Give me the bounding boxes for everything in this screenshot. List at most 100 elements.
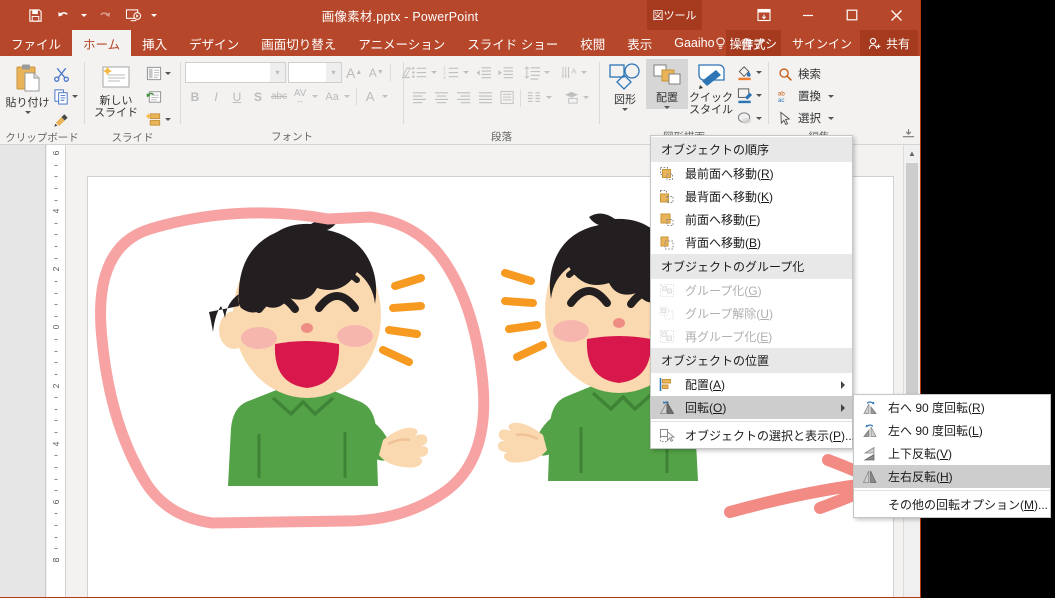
underline-button[interactable]: U — [227, 86, 247, 107]
arrange-button[interactable]: 配置 — [646, 59, 688, 109]
line-spacing-dropdown-icon[interactable] — [544, 71, 550, 74]
convert-smartart-button[interactable] — [560, 87, 582, 108]
text-direction-button[interactable]: A — [558, 62, 580, 83]
scroll-up-icon[interactable]: ▲ — [904, 145, 920, 162]
format-painter-button[interactable] — [51, 108, 80, 130]
font-color-dropdown-icon[interactable] — [382, 95, 388, 98]
columns-dropdown-icon[interactable] — [546, 96, 552, 99]
collapse-ribbon-icon[interactable] — [902, 128, 915, 141]
shrink-font-button[interactable]: A▼ — [366, 62, 386, 83]
menu-item[interactable]: オブジェクトの選択と表示(P)... — [651, 424, 852, 447]
text-direction-dropdown-icon[interactable] — [581, 71, 587, 74]
shape-fill-dropdown-icon[interactable] — [756, 71, 762, 74]
text-shadow-button[interactable]: S — [248, 86, 268, 107]
quick-styles-button[interactable]: クイック スタイル — [688, 59, 734, 116]
bullets-dropdown-icon[interactable] — [431, 71, 437, 74]
select-dropdown-icon[interactable] — [828, 117, 834, 120]
shapes-dropdown-icon[interactable] — [622, 108, 628, 111]
menu-item[interactable]: 配置(A) — [651, 373, 852, 396]
decrease-indent-button[interactable] — [472, 62, 494, 83]
font-size-combo[interactable]: ▾ — [288, 62, 342, 83]
cut-button[interactable] — [51, 62, 80, 84]
tab-insert[interactable]: 挿入 — [131, 30, 178, 56]
layout-button[interactable] — [143, 62, 173, 84]
bullets-button[interactable] — [408, 62, 430, 83]
sign-in-button[interactable]: サインイン — [784, 30, 860, 56]
replace-button[interactable]: abac 置換 — [773, 85, 839, 107]
numbering-button[interactable]: 123 — [440, 62, 462, 83]
line-spacing-button[interactable] — [521, 62, 543, 83]
find-button[interactable]: 検索 — [773, 63, 839, 85]
change-case-button[interactable]: Aa — [322, 86, 342, 107]
ribbon-group-editing: 検索 abac 置換 選択 編集 — [769, 56, 869, 144]
tab-transitions[interactable]: 画面切り替え — [250, 30, 347, 56]
paste-dropdown-icon[interactable] — [25, 111, 31, 114]
shape-fill-button[interactable] — [734, 61, 764, 83]
font-name-dropdown-icon[interactable]: ▾ — [270, 63, 285, 82]
align-center-button[interactable] — [430, 87, 452, 108]
shapes-button[interactable]: 図形 — [604, 59, 646, 111]
menu-item[interactable]: 右へ 90 度回転(R) — [854, 396, 1050, 419]
grow-font-button[interactable]: A▲ — [344, 62, 364, 83]
font-color-button[interactable]: A — [360, 86, 380, 107]
shape-outline-dropdown-icon[interactable] — [756, 94, 762, 97]
bold-button[interactable]: B — [185, 86, 205, 107]
shape-outline-button[interactable] — [734, 84, 764, 106]
tab-animations[interactable]: アニメーション — [347, 30, 456, 56]
rotate-submenu[interactable]: 右へ 90 度回転(R)左へ 90 度回転(L)上下反転(V)左右反転(H) その… — [853, 394, 1051, 518]
tab-view[interactable]: 表示 — [616, 30, 663, 56]
font-size-dropdown-icon[interactable]: ▾ — [326, 63, 341, 82]
paste-button[interactable]: 貼り付け — [4, 60, 51, 114]
menu-item[interactable]: 前面へ移動(F) — [651, 208, 852, 231]
increase-indent-button[interactable] — [494, 62, 516, 83]
new-slide-button[interactable]: 新しい スライド — [89, 60, 143, 119]
slide-thumbnail-pane[interactable] — [0, 145, 46, 598]
close-icon[interactable] — [874, 0, 918, 30]
menu-item[interactable]: 最前面へ移動(R) — [651, 162, 852, 185]
copy-dropdown-icon[interactable] — [72, 95, 78, 98]
reset-button[interactable] — [143, 85, 173, 107]
menu-item[interactable]: 上下反転(V) — [854, 442, 1050, 465]
menu-item[interactable]: 左へ 90 度回転(L) — [854, 419, 1050, 442]
share-button[interactable]: 共有 — [860, 30, 918, 56]
menu-item[interactable]: 左右反転(H) — [854, 465, 1050, 488]
shape-effects-dropdown-icon[interactable] — [756, 117, 762, 120]
strikethrough-button[interactable]: abc — [269, 86, 289, 107]
minimize-icon[interactable] — [786, 0, 830, 30]
layout-dropdown-icon[interactable] — [165, 72, 171, 75]
copy-button[interactable] — [51, 85, 80, 107]
maximize-icon[interactable] — [830, 0, 874, 30]
section-button[interactable] — [143, 108, 173, 130]
arrange-dropdown-icon[interactable] — [664, 106, 670, 109]
menu-item[interactable]: 背面へ移動(B) — [651, 231, 852, 254]
font-name-combo[interactable]: ▾ — [185, 62, 286, 83]
align-right-button[interactable] — [452, 87, 474, 108]
menu-item[interactable]: その他の回転オプション(M)... — [854, 493, 1050, 516]
numbering-dropdown-icon[interactable] — [463, 71, 469, 74]
columns-button[interactable] — [523, 87, 545, 108]
replace-dropdown-icon[interactable] — [828, 95, 834, 98]
menu-item[interactable]: 最背面へ移動(K) — [651, 185, 852, 208]
distribute-button[interactable] — [496, 87, 518, 108]
tab-home[interactable]: ホーム — [72, 30, 131, 56]
justify-button[interactable] — [474, 87, 496, 108]
ribbon-display-options-icon[interactable] — [742, 0, 786, 30]
arrange-dropdown-menu[interactable]: オブジェクトの順序最前面へ移動(R)最背面へ移動(K)前面へ移動(F)背面へ移動… — [650, 135, 853, 449]
tab-design[interactable]: デザイン — [178, 30, 250, 56]
convert-smartart-dropdown-icon[interactable] — [583, 96, 589, 99]
italic-button[interactable]: I — [206, 86, 226, 107]
shape-effects-button[interactable] — [734, 107, 764, 129]
vertical-scrollbar[interactable]: ▲ ▼ ⯅ ⯆ — [903, 145, 920, 598]
tell-me-box[interactable]: 操作アシ — [708, 30, 784, 56]
character-spacing-button[interactable]: AV ↔ — [290, 86, 310, 107]
ruler-label: 6 — [51, 151, 61, 156]
section-dropdown-icon[interactable] — [165, 118, 171, 121]
select-button[interactable]: 選択 — [773, 107, 839, 129]
tab-file[interactable]: ファイル — [0, 30, 72, 56]
character-spacing-dropdown-icon[interactable] — [312, 95, 318, 98]
align-left-button[interactable] — [408, 87, 430, 108]
change-case-dropdown-icon[interactable] — [344, 95, 350, 98]
tab-review[interactable]: 校閲 — [569, 30, 616, 56]
tab-slideshow[interactable]: スライド ショー — [456, 30, 569, 56]
menu-item[interactable]: 回転(O) — [651, 396, 852, 419]
